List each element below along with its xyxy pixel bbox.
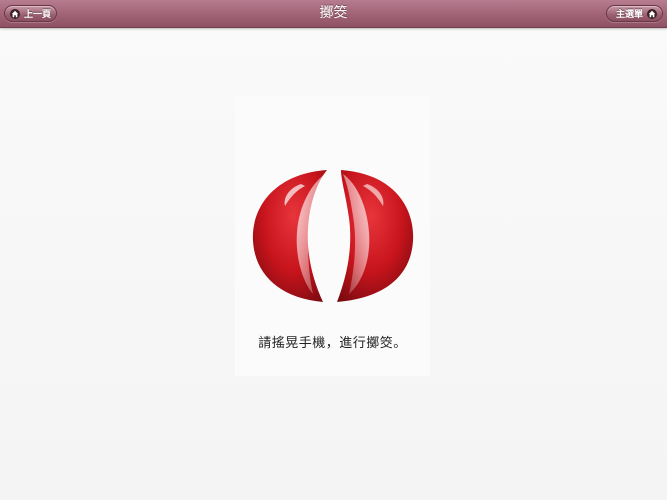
moon-blocks-icon [252, 170, 414, 302]
instruction-text: 請搖晃手機，進行擲筊。 [258, 336, 407, 351]
page-title: 擲筊 [319, 5, 348, 21]
main-menu-button[interactable]: 主選單 [606, 5, 663, 22]
navigation-bar: 上一頁 擲筊 主選單 [0, 0, 667, 28]
home-icon [647, 8, 657, 19]
main-menu-button-label: 主選單 [615, 10, 643, 20]
